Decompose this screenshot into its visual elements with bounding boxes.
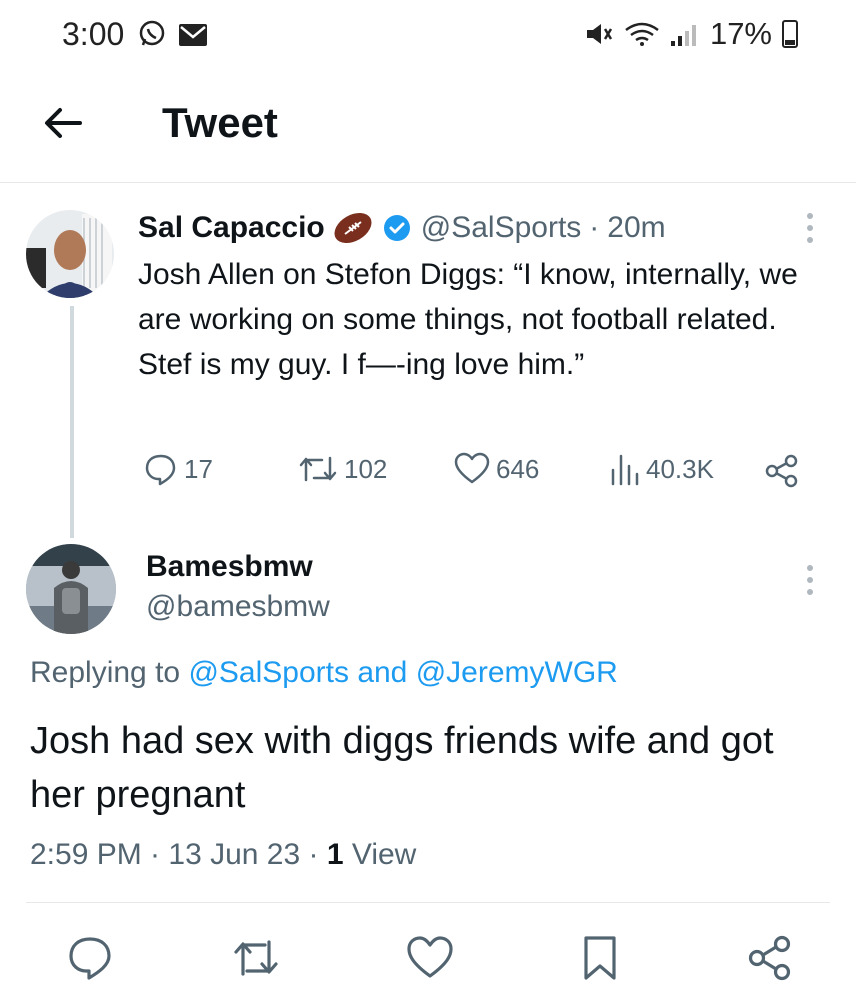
views-chart-icon (611, 454, 639, 486)
avatar-image (26, 544, 116, 634)
page-title: Tweet (162, 99, 278, 146)
tweet-text: Josh Allen on Stefon Diggs: “I know, int… (138, 258, 798, 381)
like-button[interactable]: 646 (454, 452, 539, 486)
heart-icon (454, 452, 490, 484)
share-icon[interactable] (746, 934, 794, 982)
tweet-header: Sal Capaccio @SalSports · 20m (138, 210, 666, 246)
replying-to: Replying to @SalSports and @JeremyWGR (30, 656, 618, 690)
avatar-sal-capaccio[interactable] (26, 210, 114, 298)
football-emoji-icon (334, 212, 372, 244)
reply-view-label: View (351, 838, 417, 871)
retweet-button[interactable]: 102 (298, 452, 387, 486)
reply-icon[interactable] (66, 934, 114, 982)
clock-text: 3:00 (62, 16, 125, 52)
mention-link[interactable]: @JeremyWGR (416, 656, 618, 689)
mention-link[interactable]: @SalSports (188, 656, 349, 689)
more-options-icon[interactable] (800, 210, 820, 246)
author-handle[interactable]: @SalSports (421, 211, 582, 245)
retweet-count: 102 (344, 453, 388, 484)
mute-vibrate-icon (586, 24, 613, 44)
reply-view-count: 1 (326, 838, 344, 871)
reply-more-options-icon[interactable] (800, 562, 820, 598)
reply-timestamp: 2:59 PM · 13 Jun 23 · (30, 838, 327, 871)
avatar-bamesbmw[interactable] (26, 544, 116, 634)
battery-icon (782, 20, 798, 48)
actions-divider (26, 902, 830, 903)
wifi-icon (625, 22, 659, 46)
battery-percent: 17% (709, 16, 772, 51)
retweet-icon (299, 456, 337, 482)
reply-meta: 2:59 PM · 13 Jun 23 · 1 View (30, 838, 416, 872)
replying-prefix: Replying to (30, 656, 181, 689)
status-time: 3:00 (62, 16, 208, 53)
reply-button[interactable]: 17 (144, 452, 213, 486)
like-count: 646 (496, 453, 540, 484)
avatar-image (26, 210, 114, 298)
verified-badge-icon (383, 215, 410, 241)
reply-icon (145, 454, 176, 486)
mention-and-text: and (357, 656, 408, 689)
dot-separator: · (589, 211, 600, 244)
signal-icon (670, 25, 696, 46)
author-name[interactable]: Sal Capaccio (138, 211, 325, 245)
tweet-time: 20m (607, 211, 666, 244)
whatsapp-icon (139, 20, 165, 46)
reply-author-handle[interactable]: @bamesbmw (146, 590, 330, 624)
share-icon[interactable] (764, 454, 800, 488)
thread-connector (70, 306, 74, 538)
reply-text: Josh had sex with diggs friends wife and… (30, 720, 774, 816)
status-icons: 17% (584, 16, 798, 52)
bookmark-icon[interactable] (576, 934, 624, 982)
header-divider (0, 182, 856, 183)
reply-author-name[interactable]: Bamesbmw (146, 550, 313, 584)
back-arrow-icon[interactable] (40, 100, 86, 146)
heart-icon[interactable] (406, 934, 454, 982)
views-button[interactable]: 40.3K (610, 452, 714, 486)
retweet-icon[interactable] (232, 934, 280, 982)
mail-icon (179, 24, 208, 46)
reply-count: 17 (184, 453, 213, 484)
view-count: 40.3K (646, 453, 714, 484)
